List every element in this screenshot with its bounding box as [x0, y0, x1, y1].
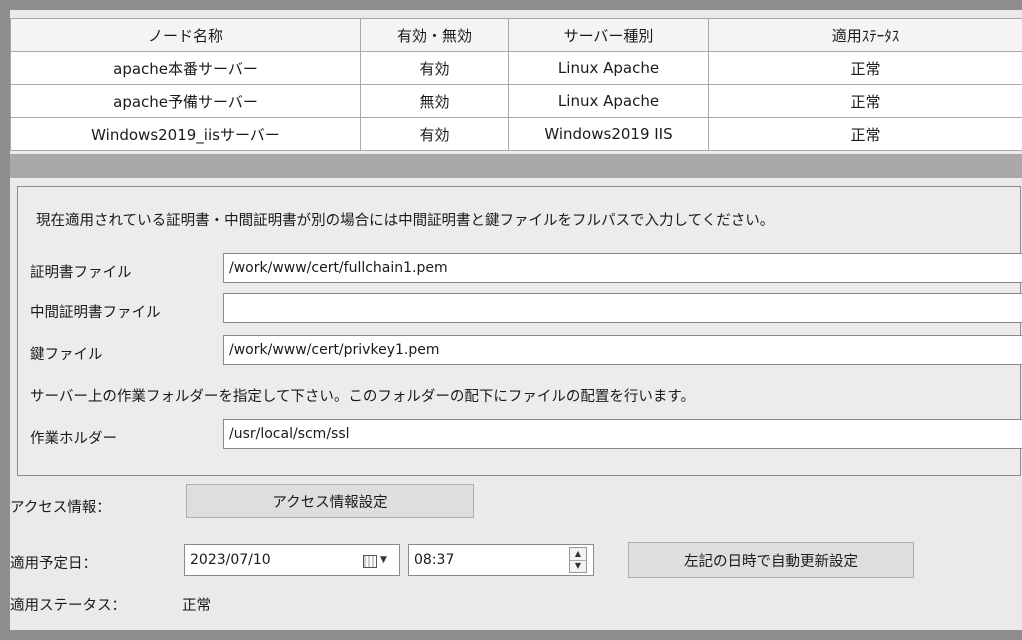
- work-folder-note: サーバー上の作業フォルダーを指定して下さい。このフォルダーの配下にファイルの配置…: [30, 389, 695, 405]
- apply-status-value: 正常: [182, 598, 211, 614]
- table-footer-band: [10, 154, 1022, 178]
- enabled-cell: 無効: [360, 84, 509, 118]
- node-name-cell: apache予備サーバー: [10, 84, 361, 118]
- table-header-row: ノード名称 有効・無効 サーバー種別 適用ｽﾃｰﾀｽ: [10, 18, 1022, 52]
- time-spinner[interactable]: ▲ ▼: [569, 547, 587, 573]
- apply-status-cell: 正常: [708, 51, 1022, 85]
- settings-panel: ノード名称 有効・無効 サーバー種別 適用ｽﾃｰﾀｽ apache本番サーバー …: [10, 10, 1022, 630]
- key-file-label: 鍵ファイル: [30, 347, 103, 363]
- chevron-down-icon[interactable]: ▼: [380, 545, 387, 575]
- table-row[interactable]: apache予備サーバー 無効 Linux Apache 正常: [10, 84, 1022, 118]
- table-row[interactable]: apache本番サーバー 有効 Linux Apache 正常: [10, 51, 1022, 85]
- work-folder-input[interactable]: [223, 419, 1022, 449]
- auto-update-schedule-button[interactable]: 左記の日時で自動更新設定: [628, 542, 914, 578]
- cert-file-input[interactable]: [223, 253, 1022, 283]
- node-name-cell: Windows2019_iisサーバー: [10, 117, 361, 151]
- column-header-apply-status[interactable]: 適用ｽﾃｰﾀｽ: [708, 18, 1022, 52]
- access-info-settings-button[interactable]: アクセス情報設定: [186, 484, 474, 518]
- cert-file-label: 証明書ファイル: [30, 265, 132, 281]
- table-row[interactable]: Windows2019_iisサーバー 有効 Windows2019 IIS 正…: [10, 117, 1022, 151]
- spin-down-icon[interactable]: ▼: [570, 560, 586, 572]
- certificate-note: 現在適用されている証明書・中間証明書が別の場合には中間証明書と鍵ファイルをフルパ…: [36, 213, 775, 229]
- node-table: ノード名称 有効・無効 サーバー種別 適用ｽﾃｰﾀｽ apache本番サーバー …: [10, 18, 1022, 151]
- apply-time-stepper[interactable]: 08:37 ▲ ▼: [408, 544, 594, 576]
- work-folder-label: 作業ホルダー: [30, 431, 117, 447]
- server-type-cell: Linux Apache: [508, 84, 709, 118]
- apply-time-value: 08:37: [414, 552, 455, 568]
- certificate-group: 現在適用されている証明書・中間証明書が別の場合には中間証明書と鍵ファイルをフルパ…: [17, 186, 1022, 476]
- apply-date-picker[interactable]: 2023/07/10 ▼: [184, 544, 400, 576]
- key-file-input[interactable]: [223, 335, 1022, 365]
- apply-status-cell: 正常: [708, 84, 1022, 118]
- intermediate-cert-label: 中間証明書ファイル: [30, 305, 161, 321]
- apply-status-cell: 正常: [708, 117, 1022, 151]
- server-type-cell: Windows2019 IIS: [508, 117, 709, 151]
- apply-date-label: 適用予定日：: [10, 556, 97, 572]
- server-type-cell: Linux Apache: [508, 51, 709, 85]
- node-name-cell: apache本番サーバー: [10, 51, 361, 85]
- calendar-icon[interactable]: [363, 555, 377, 568]
- column-header-enabled[interactable]: 有効・無効: [360, 18, 509, 52]
- access-info-label: アクセス情報：: [10, 500, 111, 516]
- column-header-node-name[interactable]: ノード名称: [10, 18, 361, 52]
- intermediate-cert-input[interactable]: [223, 293, 1022, 323]
- enabled-cell: 有効: [360, 117, 509, 151]
- apply-status-label: 適用ステータス：: [10, 598, 126, 614]
- enabled-cell: 有効: [360, 51, 509, 85]
- column-header-server-type[interactable]: サーバー種別: [508, 18, 709, 52]
- apply-date-value: 2023/07/10: [190, 552, 271, 568]
